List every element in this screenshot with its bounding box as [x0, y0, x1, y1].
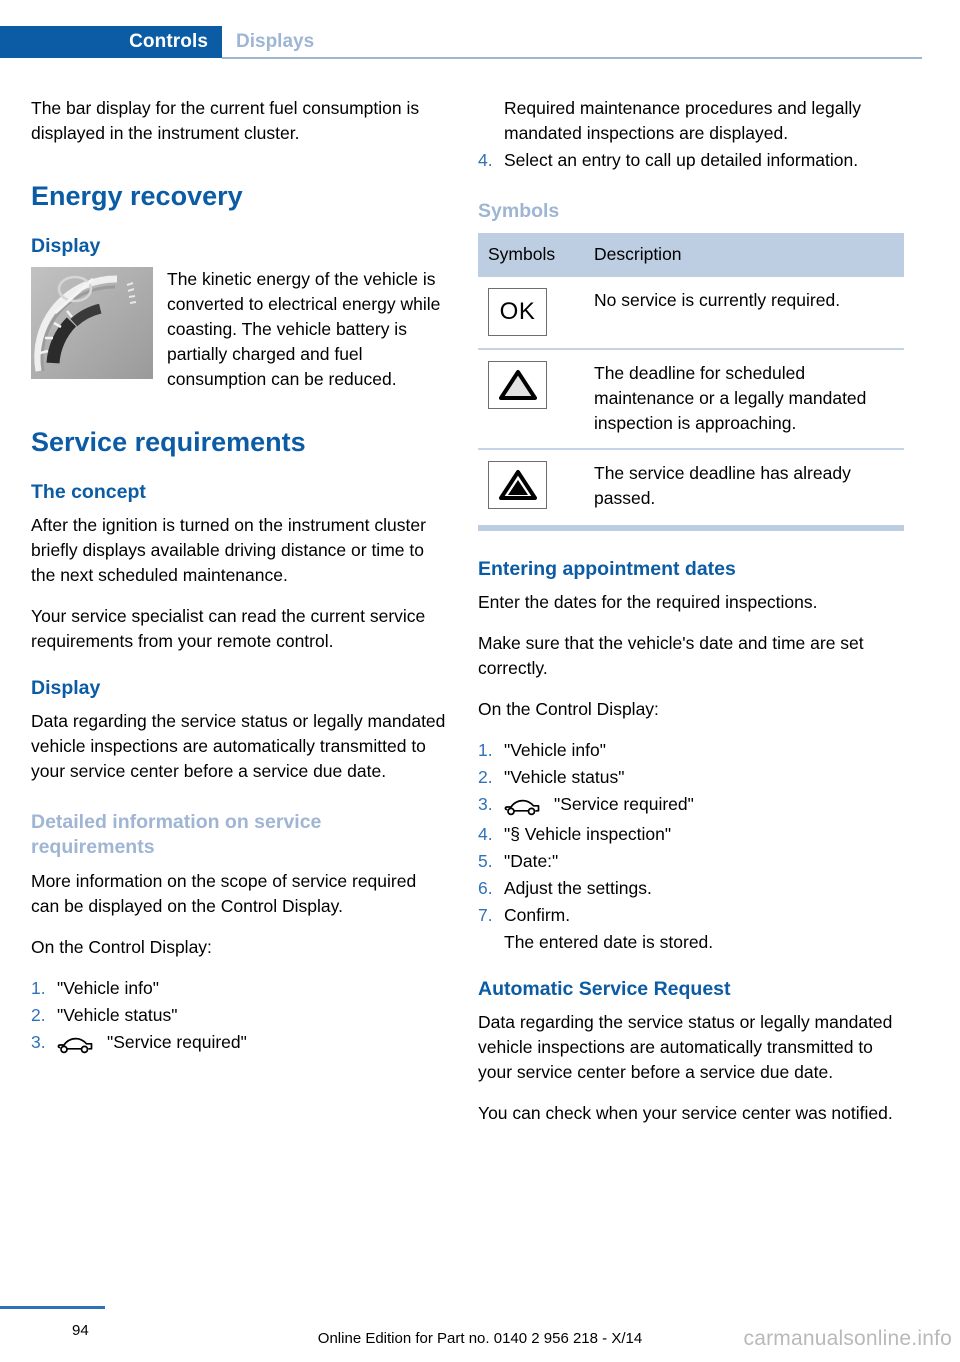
step-number: 3. [478, 794, 493, 814]
step-text: Adjust the settings. [504, 878, 652, 898]
step-text: "Vehicle status" [504, 767, 625, 787]
symbols-table: Symbols Description OK No service is curr… [478, 233, 904, 523]
heading-service-requirements: Service requirements [31, 427, 306, 457]
step-text: "Service required" [57, 1030, 449, 1058]
heading-display-energy: Display [31, 235, 101, 257]
steps-list-continued: 4. Select an entry to call up detailed i… [478, 148, 896, 173]
heading-display-service: Display [31, 677, 101, 699]
steps-list-detailed-info: 1. "Vehicle info" 2. "Vehicle status" 3. "Ser… [31, 976, 449, 1058]
table-row: The service deadline has already passed. [478, 449, 904, 523]
heading-symbols: Symbols [478, 200, 560, 222]
steps-list-entering-dates: 1. "Vehicle info" 2. "Vehicle status" 3. "Ser… [478, 738, 896, 928]
symbol-cell [478, 449, 584, 523]
step-number: 2. [478, 767, 493, 787]
footer-divider [0, 1306, 105, 1309]
intro-paragraph: The bar display for the current fuel con… [31, 98, 420, 143]
list-item: 3. "Service required" [478, 792, 896, 820]
display-paragraph: Data regarding the service status or leg… [31, 711, 446, 781]
heading-energy-recovery: Energy recovery [31, 181, 243, 211]
list-item: 6. Adjust the settings. [478, 876, 896, 901]
step-number: 7. [478, 905, 493, 925]
step-text: "Vehicle status" [57, 1005, 178, 1025]
list-item: 3. "Service required" [31, 1030, 449, 1058]
entering-paragraph-2: Make sure that the vehicle's date and ti… [478, 633, 864, 678]
warning-triangle-outline-icon [488, 361, 547, 409]
heading-automatic-service-request: Automatic Service Request [478, 978, 731, 1000]
description-cell: No service is currently required. [584, 277, 904, 350]
step-text: "Vehicle info" [504, 740, 606, 760]
tab-displays[interactable]: Displays [222, 26, 314, 58]
car-icon [504, 795, 548, 820]
energy-recovery-figure-block: The kinetic energy of the vehicle is con… [31, 267, 449, 392]
concept-paragraph-1: After the ignition is turned on the inst… [31, 515, 426, 585]
continued-step-note: Required maintenance procedures and lega… [504, 98, 862, 143]
header-divider [222, 57, 922, 59]
entering-paragraph-1: Enter the dates for the required inspect… [478, 592, 818, 612]
step-number: 1. [478, 740, 493, 760]
step-number: 3. [31, 1032, 46, 1052]
page-header: Controls Displays [0, 0, 960, 66]
step-number: 4. [478, 824, 493, 844]
heading-detailed-information: Detailed information on service requirem… [31, 811, 322, 858]
symbol-cell: OK [478, 277, 584, 350]
list-item: 5. "Date:" [478, 849, 896, 874]
list-item: 2. "Vehicle status" [31, 1003, 449, 1028]
table-header-row: Symbols Description [478, 233, 904, 277]
step-text: "Date:" [504, 851, 559, 871]
control-display-lead-left: On the Control Display: [31, 937, 212, 957]
column-header-description: Description [584, 233, 904, 277]
right-column: Required maintenance procedures and lega… [478, 96, 904, 1142]
description-cell: The deadline for scheduled maintenance o… [584, 349, 904, 450]
step-text: "§ Vehicle inspection" [504, 824, 672, 844]
description-cell: The service deadline has already passed. [594, 463, 851, 508]
automatic-paragraph-2: You can check when your service center w… [478, 1103, 893, 1123]
control-display-lead-right: On the Control Display: [478, 699, 659, 719]
step-text: Confirm. [504, 905, 571, 925]
table-row: The deadline for scheduled maintenance o… [478, 349, 904, 450]
step-text: "Vehicle info" [57, 978, 159, 998]
list-item: 4. "§ Vehicle inspection" [478, 822, 896, 847]
steps-note-entered-date: The entered date is stored. [504, 932, 714, 952]
step-text: Select an entry to call up detailed info… [504, 150, 859, 170]
concept-paragraph-2: Your service specialist can read the cur… [31, 606, 426, 651]
figure-caption: The kinetic energy of the vehicle is con… [167, 269, 441, 389]
heading-the-concept: The concept [31, 481, 146, 503]
watermark: carmanualsonline.info [743, 1327, 952, 1350]
list-item: 1. "Vehicle info" [31, 976, 449, 1001]
step-number: 5. [478, 851, 493, 871]
step-number: 4. [478, 150, 493, 170]
car-icon [57, 1033, 101, 1058]
ok-icon: OK [488, 288, 547, 336]
tab-controls[interactable]: Controls [0, 26, 222, 58]
table-row: OK No service is currently required. [478, 277, 904, 350]
heading-entering-appointment-dates: Entering appointment dates [478, 558, 736, 580]
list-item: 1. "Vehicle info" [478, 738, 896, 763]
instrument-cluster-gauge-image [31, 267, 153, 379]
table-end-bar [478, 525, 904, 531]
list-item: 2. "Vehicle status" [478, 765, 896, 790]
chapter-tabbar: Controls Displays [0, 26, 960, 58]
symbol-cell [478, 349, 584, 450]
list-item: 4. Select an entry to call up detailed i… [478, 148, 896, 173]
automatic-paragraph-1: Data regarding the service status or leg… [478, 1012, 893, 1082]
detailed-info-paragraph: More information on the scope of service… [31, 871, 417, 916]
list-item: 7. Confirm. [478, 903, 896, 928]
warning-triangle-filled-icon [488, 461, 547, 509]
step-number: 2. [31, 1005, 46, 1025]
step-number: 1. [31, 978, 46, 998]
left-column: The bar display for the current fuel con… [31, 96, 449, 1074]
step-number: 6. [478, 878, 493, 898]
step-text: "Service required" [504, 792, 896, 820]
column-header-symbols: Symbols [478, 233, 584, 277]
